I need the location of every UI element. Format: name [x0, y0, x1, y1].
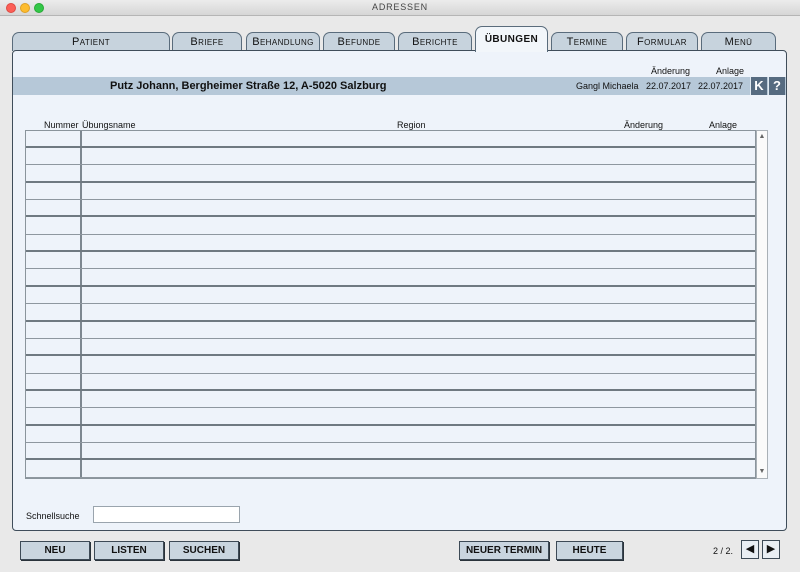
column-header-uebungsname: Übungsname [82, 120, 136, 130]
table-row[interactable] [26, 461, 755, 478]
table-row[interactable] [26, 183, 755, 200]
neu-button[interactable]: NEU [20, 541, 90, 560]
table-row[interactable] [26, 357, 755, 374]
quicksearch-input[interactable] [93, 506, 240, 523]
table-row[interactable] [26, 305, 755, 322]
window-title: ADRESSEN [372, 2, 428, 12]
aenderung-header-label: Änderung [651, 66, 691, 76]
neuer-termin-button[interactable]: NEUER TERMIN [459, 541, 549, 560]
tab-briefe[interactable]: Briefe [172, 32, 242, 51]
table-scrollbar[interactable]: ▲ ▼ [756, 130, 768, 479]
table-row[interactable] [26, 339, 755, 356]
table-row[interactable] [26, 391, 755, 408]
patient-anlage-date: 22.07.2017 [698, 81, 744, 91]
page-indicator: 2 / 2. [713, 546, 734, 556]
quicksearch-label: Schnellsuche [26, 511, 80, 521]
tab-termine[interactable]: Termine [551, 32, 623, 51]
table-row[interactable] [26, 409, 755, 426]
tab-patient[interactable]: Patient [12, 32, 170, 51]
table-row[interactable] [26, 443, 755, 460]
column-header-nummer: Nummer [44, 120, 79, 130]
scroll-up-icon[interactable]: ▲ [757, 131, 767, 143]
k-button[interactable]: K [750, 77, 767, 95]
listen-button[interactable]: LISTEN [94, 541, 164, 560]
exercise-table[interactable] [25, 130, 756, 479]
patient-user: Gangl Michaela [576, 81, 639, 91]
patient-name-address: Putz Johann, Bergheimer Straße 12, A-502… [110, 80, 387, 92]
table-row[interactable] [26, 374, 755, 391]
table-row[interactable] [26, 166, 755, 183]
patient-aenderung-date: 22.07.2017 [646, 81, 692, 91]
help-button[interactable]: ? [768, 77, 785, 95]
tab-formular[interactable]: Formular [626, 32, 698, 51]
table-row[interactable] [26, 200, 755, 217]
table-row[interactable] [26, 322, 755, 339]
tab-behandlung[interactable]: Behandlung [246, 32, 320, 51]
column-header-aenderung: Änderung [624, 120, 664, 130]
tab-uebungen[interactable]: ÜBUNGEN [475, 26, 548, 52]
table-row[interactable] [26, 287, 755, 304]
scroll-down-icon[interactable]: ▼ [757, 466, 767, 478]
anlage-header-label: Anlage [716, 66, 745, 76]
triangle-right-icon: ▶ [766, 543, 776, 555]
table-row[interactable] [26, 270, 755, 287]
table-row[interactable] [26, 252, 755, 269]
next-page-button[interactable]: ▶ [762, 540, 780, 559]
patient-bar: Putz Johann, Bergheimer Straße 12, A-502… [13, 77, 786, 95]
heute-button[interactable]: HEUTE [556, 541, 623, 560]
tab-befunde[interactable]: Befunde [323, 32, 395, 51]
tab-menu[interactable]: Menü [701, 32, 776, 51]
column-header-region: Region [397, 120, 426, 130]
triangle-left-icon: ◀ [745, 543, 755, 555]
table-row[interactable] [26, 148, 755, 165]
suchen-button[interactable]: SUCHEN [169, 541, 239, 560]
table-row[interactable] [26, 131, 755, 148]
tab-berichte[interactable]: Berichte [398, 32, 472, 51]
table-row[interactable] [26, 426, 755, 443]
column-header-anlage: Anlage [709, 120, 738, 130]
table-row[interactable] [26, 218, 755, 235]
prev-page-button[interactable]: ◀ [741, 540, 759, 559]
title-bar: ADRESSEN [0, 0, 800, 16]
table-row[interactable] [26, 235, 755, 252]
